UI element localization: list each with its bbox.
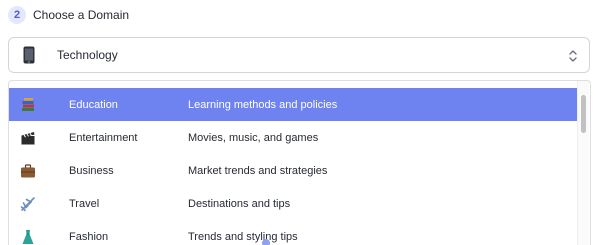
partially-hidden-dot bbox=[262, 239, 270, 245]
selected-domain-value: Technology bbox=[57, 48, 118, 62]
option-entertainment[interactable]: Entertainment Movies, music, and games bbox=[9, 121, 579, 154]
option-travel[interactable]: Travel Destinations and tips bbox=[9, 187, 579, 220]
option-business[interactable]: Business Market trends and strategies bbox=[9, 154, 579, 187]
option-label: Business bbox=[69, 164, 114, 177]
option-description: Trends and styling tips bbox=[188, 230, 298, 243]
dress-icon bbox=[20, 229, 36, 245]
domain-dropdown-list: Education Learning methods and policies … bbox=[8, 80, 591, 245]
dropdown-scrollbar[interactable] bbox=[577, 81, 589, 245]
option-description: Learning methods and policies bbox=[188, 98, 338, 111]
step-header: 2 Choose a Domain bbox=[8, 5, 129, 25]
scrollbar-thumb[interactable] bbox=[581, 95, 586, 133]
option-label: Education bbox=[69, 98, 118, 111]
option-label: Travel bbox=[69, 197, 100, 210]
option-description: Market trends and strategies bbox=[188, 164, 328, 177]
option-description: Destinations and tips bbox=[188, 197, 291, 210]
step-title: Choose a Domain bbox=[33, 8, 130, 22]
chevron-up-down-icon bbox=[568, 48, 578, 64]
option-education[interactable]: Education Learning methods and policies bbox=[9, 88, 579, 121]
option-label: Fashion bbox=[69, 230, 109, 243]
briefcase-icon bbox=[20, 163, 36, 179]
mobile-phone-icon bbox=[21, 46, 37, 64]
airplane-icon bbox=[20, 196, 36, 212]
option-description: Movies, music, and games bbox=[188, 131, 319, 144]
option-label: Entertainment bbox=[69, 131, 138, 144]
domain-select[interactable]: Technology bbox=[8, 37, 590, 73]
step-number-badge: 2 bbox=[8, 6, 26, 24]
books-icon bbox=[20, 97, 36, 113]
clapper-board-icon bbox=[20, 130, 36, 146]
option-fashion[interactable]: Fashion Trends and styling tips bbox=[9, 220, 579, 245]
domain-step: 2 Choose a Domain Technology Education L… bbox=[0, 0, 600, 245]
